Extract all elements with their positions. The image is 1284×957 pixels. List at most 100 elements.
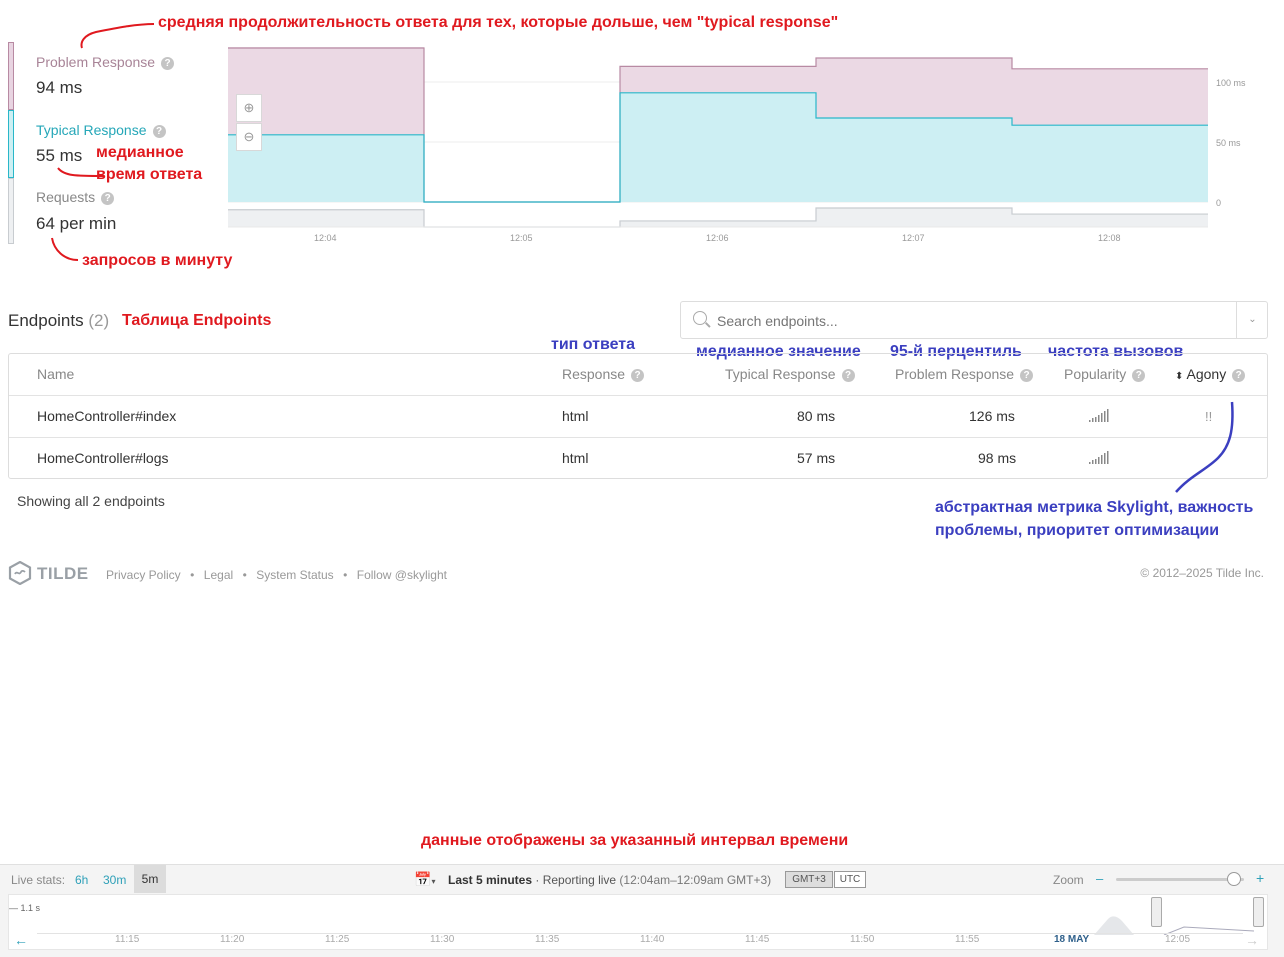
zoom-slider-track[interactable] — [1116, 878, 1244, 881]
timeline-tick: 11:45 — [745, 934, 770, 945]
annotation-endpoints: Таблица Endpoints — [122, 312, 272, 329]
timeline-sparkline — [1094, 916, 1254, 935]
calendar-icon[interactable]: 📅▾ — [414, 871, 435, 888]
endpoint-name[interactable]: HomeController#index — [37, 408, 176, 424]
tz-gmt-button[interactable]: GMT+3 — [785, 871, 833, 888]
search-dropdown[interactable]: ⌄ — [1236, 302, 1268, 338]
footer-link-privacy[interactable]: Privacy Policy — [106, 568, 181, 582]
ytick-100: 100 ms — [1216, 78, 1246, 88]
typical-response-value: 55 ms — [36, 146, 83, 165]
zoom-out-icon: ⊖ — [243, 129, 255, 144]
requests-label: Requests? — [36, 189, 115, 205]
timeline-prev-button[interactable]: ← — [14, 932, 28, 948]
column-header-problem[interactable]: Problem Response? — [895, 366, 1034, 382]
requests-bar — [620, 220, 816, 227]
footer-link-status[interactable]: System Status — [256, 568, 333, 582]
endpoints-count: (2) — [88, 311, 110, 330]
xtick: 12:04 — [314, 233, 337, 243]
help-icon: ? — [1132, 369, 1146, 382]
timeline-tick: 11:20 — [220, 934, 245, 945]
timeline-tick: 12:05 — [1165, 934, 1191, 945]
problem-response-label: Problem Response? — [36, 54, 175, 70]
typical-area-segment — [1012, 125, 1208, 202]
max-value-label: — 1.1 s — [9, 903, 41, 913]
popularity-icon — [1089, 409, 1109, 422]
reporting-label: · Reporting live — [535, 873, 617, 887]
zoom-out-button[interactable]: ⊖ — [236, 123, 262, 151]
xtick: 12:08 — [1098, 233, 1121, 243]
requests-bar — [816, 208, 1012, 227]
endpoint-response: html — [562, 450, 589, 466]
timeline-tick-date: 18 MAY — [1054, 934, 1090, 945]
xtick: 12:06 — [706, 233, 729, 243]
search-input[interactable] — [717, 310, 1217, 332]
annotation-rpm: запросов в минуту — [82, 252, 233, 269]
footer-link-legal[interactable]: Legal — [204, 568, 233, 582]
help-icon: ? — [1232, 369, 1246, 382]
zoom-minus-button[interactable]: – — [1096, 871, 1103, 886]
annotation-problem: средняя продолжительность ответа для тех… — [158, 14, 839, 31]
range-5m[interactable]: 5m — [134, 865, 166, 893]
help-icon: ? — [161, 57, 175, 70]
help-icon: ? — [631, 369, 645, 382]
annotation-response-type: тип ответа — [551, 336, 636, 353]
zoom-plus-button[interactable]: + — [1256, 870, 1264, 886]
column-header-popularity[interactable]: Popularity? — [1064, 366, 1146, 382]
annotation-arrow-problem — [80, 23, 155, 49]
typical-response-label: Typical Response? — [36, 122, 166, 138]
zoom-in-icon: ⊕ — [243, 100, 255, 115]
period-text: Last 5 minutes · Reporting live (12:04am… — [448, 873, 771, 887]
timeline-tick: 11:40 — [640, 934, 665, 945]
typical-area-segment — [620, 92, 816, 202]
endpoint-name[interactable]: HomeController#logs — [37, 450, 169, 466]
column-header-typical[interactable]: Typical Response? — [725, 366, 855, 382]
range-6h[interactable]: 6h — [75, 873, 88, 887]
typical-color-strip — [8, 110, 14, 178]
popularity-icon — [1089, 451, 1109, 464]
response-time-chart — [228, 47, 1208, 228]
endpoint-problem: 126 ms — [969, 408, 1015, 424]
footer-links: Privacy Policy • Legal • System Status •… — [106, 568, 447, 582]
selection-handle-left[interactable] — [1151, 897, 1162, 927]
ytick-50: 50 ms — [1216, 138, 1241, 148]
interval-label: (12:04am–12:09am GMT+3) — [619, 873, 772, 887]
timeline-tick: 11:55 — [955, 934, 980, 945]
requests-color-strip — [8, 178, 14, 244]
selection-handle-right[interactable] — [1253, 897, 1264, 927]
annotation-arrow-rpm — [51, 237, 79, 261]
range-30m[interactable]: 30m — [103, 873, 126, 887]
help-icon: ? — [152, 125, 166, 138]
annotation-interval: данные отображены за указанный интервал … — [421, 832, 849, 849]
footer-link-follow[interactable]: Follow @skylight — [357, 568, 447, 582]
tz-utc-button[interactable]: UTC — [834, 871, 866, 888]
timeline-tick: 11:30 — [430, 934, 455, 945]
copyright: © 2012–2025 Tilde Inc. — [1140, 566, 1264, 580]
tilde-logo-icon — [8, 561, 32, 585]
help-icon: ? — [1020, 369, 1034, 382]
endpoint-problem: 98 ms — [978, 450, 1017, 466]
column-header-response[interactable]: Response? — [562, 366, 645, 382]
endpoint-response: html — [562, 408, 589, 424]
tilde-logo-text: TILDE — [37, 564, 89, 583]
help-icon: ? — [101, 192, 115, 205]
chevron-down-icon: ⌄ — [1248, 314, 1257, 325]
column-header-name[interactable]: Name — [37, 366, 74, 382]
zoom-in-button[interactable]: ⊕ — [236, 94, 262, 122]
timeline-tick: 11:50 — [850, 934, 875, 945]
help-icon: ? — [841, 369, 855, 382]
showing-count: Showing all 2 endpoints — [17, 493, 165, 509]
column-header-agony[interactable]: ⬍ Agony? — [1175, 366, 1246, 382]
annotation-agony-1: абстрактная метрика Skylight, важность — [935, 499, 1254, 516]
timeline-next-button[interactable]: → — [1245, 932, 1259, 948]
requests-bar — [1012, 214, 1208, 227]
annotation-agony-2: проблемы, приоритет оптимизации — [935, 522, 1220, 539]
endpoints-title: Endpoints (2) — [8, 311, 110, 330]
zoom-slider-knob[interactable] — [1226, 872, 1241, 886]
endpoint-typical: 57 ms — [797, 450, 836, 466]
search-box[interactable]: ⌄ — [680, 301, 1268, 339]
annotation-arrow-agony — [1175, 401, 1234, 493]
endpoints-table: Name Response? Typical Response? Problem… — [8, 353, 1268, 479]
ytick-0: 0 — [1216, 198, 1222, 208]
problem-response-value: 94 ms — [36, 78, 83, 97]
annotation-median-1: медианное — [96, 144, 184, 161]
